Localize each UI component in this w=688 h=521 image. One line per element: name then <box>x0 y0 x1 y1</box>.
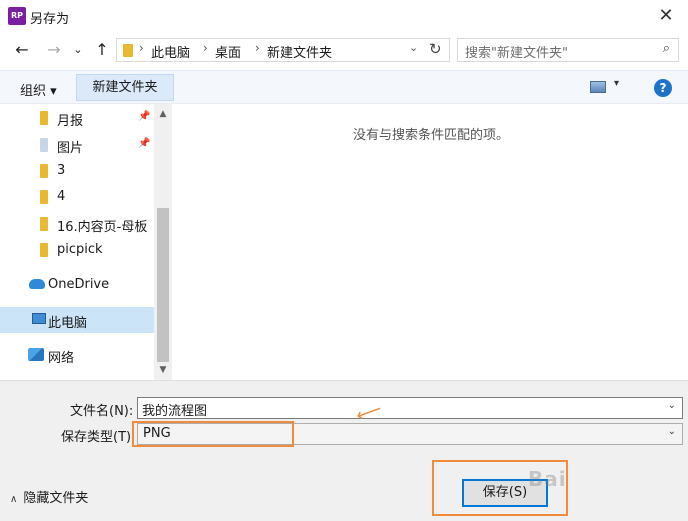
sidebar-item-this-pc[interactable]: 此电脑 <box>0 307 154 333</box>
watermark: Bai <box>528 467 567 491</box>
toolbar: 组织 ▾ 新建文件夹 ▾ ? <box>0 70 688 104</box>
sidebar-item-pictures[interactable]: 图片 📌 <box>0 132 154 158</box>
search-icon[interactable]: ⌕ <box>663 41 670 56</box>
sidebar-item-picpick[interactable]: picpick <box>0 237 154 263</box>
search-placeholder: 搜索"新建文件夹" <box>465 46 568 61</box>
help-icon[interactable]: ? <box>654 79 672 97</box>
nav-scrollbar[interactable]: ▲ ▼ <box>154 104 172 380</box>
sidebar-item-monthly-report[interactable]: 月报 📌 <box>0 105 154 131</box>
file-list-pane[interactable]: 没有与搜索条件匹配的项。 <box>174 104 688 380</box>
folder-icon <box>40 164 48 178</box>
scroll-down-icon[interactable]: ▼ <box>154 362 172 378</box>
folder-icon <box>40 243 48 257</box>
recent-locations-dropdown[interactable]: ⌄ <box>68 40 88 60</box>
pin-icon[interactable]: 📌 <box>138 138 150 149</box>
breadcrumb-this-pc[interactable]: 此电脑 <box>151 42 190 61</box>
folder-icon <box>40 217 48 231</box>
back-button[interactable]: ← <box>12 40 32 60</box>
address-dropdown[interactable]: ⌄ <box>409 41 418 54</box>
filename-value: 我的流程图 <box>142 404 208 419</box>
organize-menu-button[interactable]: 组织 ▾ <box>20 80 57 99</box>
computer-icon <box>32 313 46 324</box>
sidebar-item-onedrive[interactable]: OneDrive <box>0 272 154 298</box>
window-title: 另存为 <box>30 12 70 27</box>
scroll-up-icon[interactable]: ▲ <box>154 106 172 122</box>
breadcrumb-separator: › <box>255 41 260 55</box>
sidebar-item-label: 此电脑 <box>48 316 88 331</box>
hide-folders-button[interactable]: ∧ 隐藏文件夹 <box>10 487 88 506</box>
sidebar-item-folder-3[interactable]: 3 <box>0 158 154 184</box>
sidebar-item-label: 4 <box>57 189 66 204</box>
chevron-up-icon: ∧ <box>10 494 18 505</box>
empty-results-message: 没有与搜索条件匹配的项。 <box>352 128 509 143</box>
refresh-icon[interactable]: ↻ <box>429 40 442 58</box>
network-icon <box>28 348 44 361</box>
annotation-highlight-box <box>132 421 294 447</box>
scroll-thumb[interactable] <box>157 208 169 362</box>
navigation-pane: 月报 📌 图片 📌 3 4 16.内容页-母板 picpick OneDrive… <box>0 104 172 380</box>
filetype-label: 保存类型(T) <box>61 430 132 445</box>
sidebar-item-label: 月报 <box>57 114 84 129</box>
sidebar-item-folder-4[interactable]: 4 <box>0 184 154 210</box>
pictures-folder-icon <box>40 138 48 152</box>
up-button[interactable]: ↑ <box>92 40 112 60</box>
address-row: ← → ⌄ ↑ › 此电脑 › 桌面 › 新建文件夹 ⌄ ↻ 搜索"新建文件夹"… <box>0 32 688 70</box>
new-folder-button[interactable]: 新建文件夹 <box>76 74 174 101</box>
view-options-icon[interactable] <box>590 81 606 93</box>
save-form: 文件名(N): 我的流程图 ⟵ ⌄ 保存类型(T) PNG ⌄ ∧ 隐藏文件夹 保… <box>0 380 688 521</box>
breadcrumb-separator: › <box>203 41 208 55</box>
address-bar[interactable]: › 此电脑 › 桌面 › 新建文件夹 ⌄ ↻ <box>116 38 450 62</box>
breadcrumb-desktop[interactable]: 桌面 <box>215 42 241 61</box>
close-button[interactable]: ✕ <box>654 4 678 28</box>
pin-icon[interactable]: 📌 <box>138 111 150 122</box>
onedrive-icon <box>29 279 45 289</box>
forward-button[interactable]: → <box>44 40 64 60</box>
filename-dropdown-icon[interactable]: ⌄ <box>668 400 676 411</box>
folder-icon <box>123 44 133 57</box>
hide-folders-label: 隐藏文件夹 <box>23 491 89 506</box>
sidebar-item-network[interactable]: 网络 <box>0 342 154 368</box>
filetype-dropdown-icon[interactable]: ⌄ <box>668 426 676 437</box>
folder-icon <box>40 190 48 204</box>
sidebar-item-label: picpick <box>57 242 103 257</box>
axure-app-icon: RP <box>8 7 26 25</box>
filename-input[interactable]: 我的流程图 ⟵ ⌄ <box>137 397 683 427</box>
sidebar-item-label: 图片 <box>57 141 84 156</box>
sidebar-item-label: 3 <box>57 163 66 178</box>
view-options-dropdown[interactable]: ▾ <box>614 78 619 89</box>
filename-label: 文件名(N): <box>70 404 134 419</box>
sidebar-item-label: 16.内容页-母板 <box>57 220 148 235</box>
sidebar-item-content-page-master[interactable]: 16.内容页-母板 <box>0 211 154 237</box>
sidebar-item-label: OneDrive <box>48 277 110 292</box>
search-input[interactable]: 搜索"新建文件夹" ⌕ <box>457 38 679 62</box>
breadcrumb-separator: › <box>139 41 144 55</box>
title-bar: RP 另存为 ✕ <box>0 0 688 32</box>
folder-icon <box>40 111 48 125</box>
sidebar-item-label: 网络 <box>48 351 75 366</box>
breadcrumb-new-folder[interactable]: 新建文件夹 <box>267 42 332 61</box>
